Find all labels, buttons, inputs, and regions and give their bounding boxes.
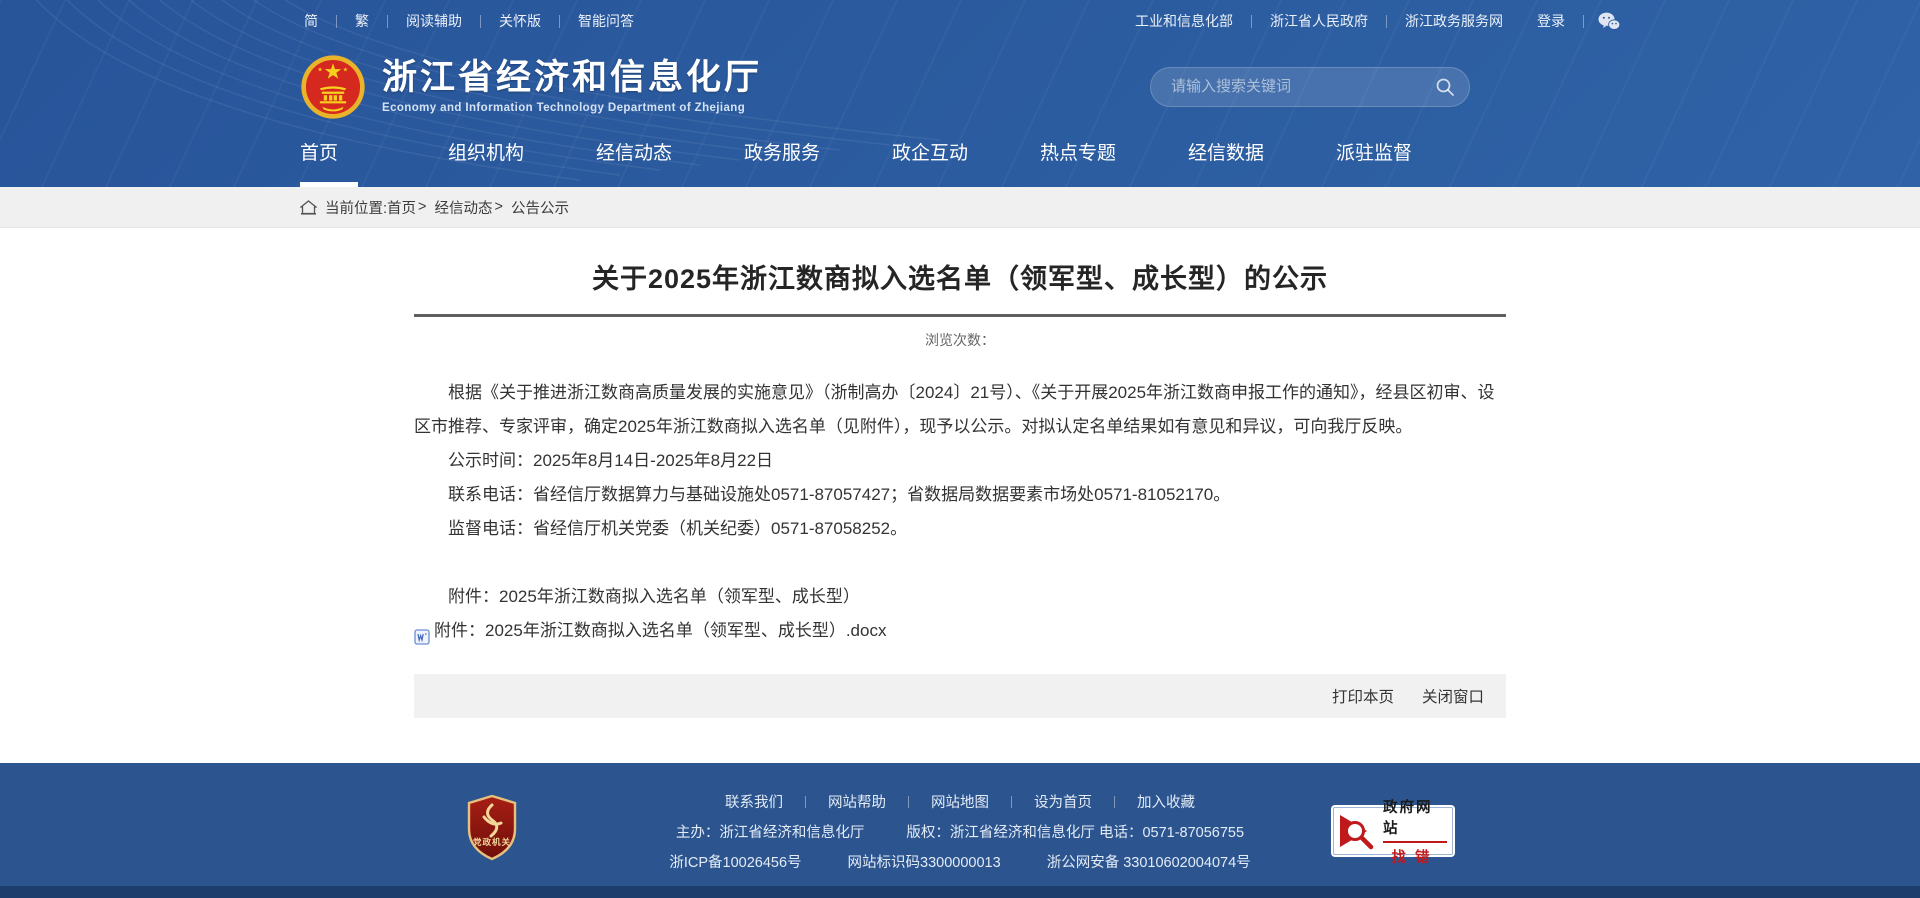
- main-navigation: 首页 组织机构 经信动态 政务服务 政企互动 热点专题 经信数据 派驻监督: [0, 132, 1920, 187]
- search-box[interactable]: [1150, 67, 1470, 107]
- nav-item-news[interactable]: 经信动态: [596, 132, 744, 187]
- breadcrumb-separator: >: [495, 199, 503, 215]
- search-icon[interactable]: [1435, 77, 1455, 97]
- nav-item-home[interactable]: 首页: [300, 132, 448, 187]
- divider: [1251, 15, 1252, 28]
- gov-site-label: 政府网站: [1383, 796, 1447, 843]
- views-count: 浏览次数：: [414, 330, 1506, 350]
- footer-link-help[interactable]: 网站帮助: [822, 791, 892, 812]
- divider: [387, 15, 388, 28]
- title-rule: [414, 314, 1506, 317]
- footer-icp: 浙ICP备10026456号: [669, 851, 801, 872]
- divider: [1583, 15, 1584, 28]
- brand-text: 浙江省经济和信息化厅 Economy and Information Techn…: [382, 59, 762, 114]
- login-button[interactable]: 登录: [1533, 11, 1569, 31]
- doc-file-icon: [414, 623, 430, 639]
- find-error-label: 找错: [1383, 846, 1447, 867]
- article-body: 根据《关于推进浙江数商高质量发展的实施意见》（浙制高办〔2024〕21号）、《关…: [414, 376, 1506, 648]
- footer-site-code: 网站标识码3300000013: [848, 851, 1001, 872]
- divider: [1114, 796, 1115, 808]
- footer-bottom-strip: [0, 886, 1920, 898]
- nav-item-interaction[interactable]: 政企互动: [892, 132, 1040, 187]
- topbar-link-zj-service[interactable]: 浙江政务服务网: [1401, 11, 1507, 31]
- footer-registration-row: 浙ICP备10026456号 网站标识码3300000013 浙公网安备 330…: [0, 851, 1920, 872]
- party-gov-badge-label: 党政机关: [466, 836, 518, 848]
- logo-row: 浙江省经济和信息化厅 Economy and Information Techn…: [0, 41, 1920, 132]
- article: 关于2025年浙江数商拟入选名单（领军型、成长型）的公示 浏览次数： 根据《关于…: [414, 228, 1506, 718]
- divider: [480, 15, 481, 28]
- page: 简 繁 阅读辅助 关怀版 智能问答 工业和信息化部 浙江省人民政府 浙江政务服务…: [0, 0, 1920, 898]
- topbar-right-links: 工业和信息化部 浙江省人民政府 浙江政务服务网 登录: [1131, 11, 1620, 31]
- topbar-link-smart-qa[interactable]: 智能问答: [574, 11, 638, 31]
- nav-item-data[interactable]: 经信数据: [1188, 132, 1336, 187]
- divider: [1386, 15, 1387, 28]
- site-header: 简 繁 阅读辅助 关怀版 智能问答 工业和信息化部 浙江省人民政府 浙江政务服务…: [0, 0, 1920, 187]
- topbar-link-reading-aid[interactable]: 阅读辅助: [402, 11, 466, 31]
- attachment-download-link[interactable]: 附件：2025年浙江数商拟入选名单（领军型、成长型）.docx: [434, 614, 886, 648]
- divider: [805, 796, 806, 808]
- supervision-phone-line: 监督电话：省经信厅机关党委（机关纪委）0571-87058252。: [414, 512, 1506, 546]
- divider: [1011, 796, 1012, 808]
- footer-link-contact[interactable]: 联系我们: [719, 791, 789, 812]
- footer-link-sitemap[interactable]: 网站地图: [925, 791, 995, 812]
- article-paragraph: 根据《关于推进浙江数商高质量发展的实施意见》（浙制高办〔2024〕21号）、《关…: [414, 376, 1506, 444]
- party-gov-badge[interactable]: 党政机关: [466, 795, 518, 861]
- nav-item-supervision[interactable]: 派驻监督: [1336, 132, 1484, 187]
- contact-phone-line: 联系电话：省经信厅数据算力与基础设施处0571-87057427；省数据局数据要…: [414, 478, 1506, 512]
- article-title: 关于2025年浙江数商拟入选名单（领军型、成长型）的公示: [414, 228, 1506, 296]
- topbar-link-care-version[interactable]: 关怀版: [495, 11, 545, 31]
- footer-host: 主办：浙江省经济和信息化厅: [676, 821, 865, 842]
- footer-link-favorite[interactable]: 加入收藏: [1131, 791, 1201, 812]
- breadcrumb-item-news[interactable]: 经信动态: [435, 197, 493, 218]
- footer-info-row: 主办：浙江省经济和信息化厅 版权：浙江省经济和信息化厅 电话：0571-8705…: [0, 821, 1920, 842]
- attachment-link-line: 附件：2025年浙江数商拟入选名单（领军型、成长型）.docx: [414, 614, 1506, 648]
- wechat-icon[interactable]: [1598, 12, 1620, 31]
- footer-links: 联系我们 网站帮助 网站地图 设为首页 加入收藏: [0, 763, 1920, 812]
- error-report-text: 政府网站 找错: [1383, 796, 1447, 867]
- print-page-button[interactable]: 打印本页: [1332, 685, 1394, 707]
- print-bar: 打印本页 关闭窗口: [414, 674, 1506, 718]
- breadcrumb-bar: 当前位置: 首页 > 经信动态 > 公告公示: [0, 187, 1920, 228]
- divider: [336, 15, 337, 28]
- site-title-english: Economy and Information Technology Depar…: [382, 102, 762, 114]
- search-input[interactable]: [1171, 78, 1435, 95]
- breadcrumb: 当前位置: 首页 > 经信动态 > 公告公示: [300, 187, 1620, 227]
- error-report-icon: [1337, 811, 1377, 851]
- nav-item-services[interactable]: 政务服务: [744, 132, 892, 187]
- home-icon: [300, 200, 317, 215]
- breadcrumb-separator: >: [418, 199, 426, 215]
- site-brand[interactable]: 浙江省经济和信息化厅 Economy and Information Techn…: [300, 54, 762, 120]
- nav-item-topics[interactable]: 热点专题: [1040, 132, 1188, 187]
- footer-link-set-home[interactable]: 设为首页: [1028, 791, 1098, 812]
- topbar-link-zj-gov[interactable]: 浙江省人民政府: [1266, 11, 1372, 31]
- topbar-link-simplified[interactable]: 简: [300, 11, 322, 31]
- breadcrumb-prefix: 当前位置:: [325, 197, 387, 218]
- breadcrumb-item-home[interactable]: 首页: [387, 197, 416, 218]
- site-title: 浙江省经济和信息化厅: [382, 59, 762, 97]
- nav-item-organization[interactable]: 组织机构: [448, 132, 596, 187]
- topbar-left-links: 简 繁 阅读辅助 关怀版 智能问答: [300, 11, 638, 31]
- breadcrumb-item-notices[interactable]: 公告公示: [511, 197, 569, 218]
- topbar-link-miit[interactable]: 工业和信息化部: [1131, 11, 1237, 31]
- main-content: 关于2025年浙江数商拟入选名单（领军型、成长型）的公示 浏览次数： 根据《关于…: [0, 228, 1920, 763]
- divider: [559, 15, 560, 28]
- footer-police-record: 浙公网安备 33010602004074号: [1047, 851, 1251, 872]
- footer-copyright: 版权：浙江省经济和信息化厅 电话：0571-87056755: [906, 821, 1244, 842]
- attachment-title: 附件：2025年浙江数商拟入选名单（领军型、成长型）: [414, 580, 1506, 614]
- topbar-link-traditional[interactable]: 繁: [351, 11, 373, 31]
- national-emblem-logo: [300, 54, 366, 120]
- gov-site-error-report-badge[interactable]: 政府网站 找错: [1329, 803, 1457, 859]
- publicity-period-line: 公示时间：2025年8月14日-2025年8月22日: [414, 444, 1506, 478]
- close-window-button[interactable]: 关闭窗口: [1422, 685, 1484, 707]
- site-footer: 联系我们 网站帮助 网站地图 设为首页 加入收藏 主办：浙江省经济和信息化厅 版…: [0, 763, 1920, 898]
- divider: [908, 796, 909, 808]
- top-utility-bar: 简 繁 阅读辅助 关怀版 智能问答 工业和信息化部 浙江省人民政府 浙江政务服务…: [0, 0, 1920, 41]
